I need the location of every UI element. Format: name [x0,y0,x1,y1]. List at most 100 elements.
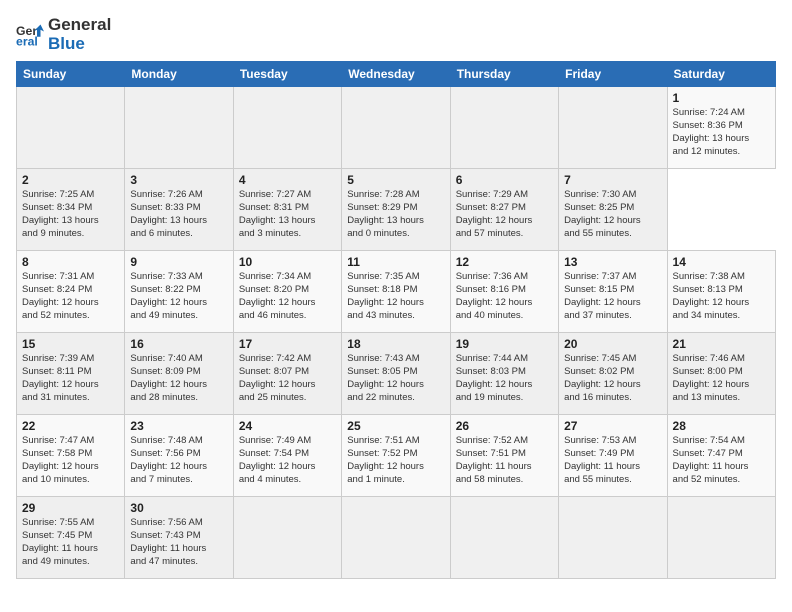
calendar-week-0: 1Sunrise: 7:24 AMSunset: 8:36 PMDaylight… [17,87,776,169]
calendar-week-2: 8 Sunrise: 7:31 AMSunset: 8:24 PMDaylight… [17,251,776,333]
calendar-cell: 30Sunrise: 7:56 AMSunset: 7:43 PMDayligh… [125,497,233,579]
day-number: 7 [564,173,661,187]
day-info: Sunrise: 7:40 AMSunset: 8:09 PMDaylight:… [130,353,227,404]
day-info: Sunrise: 7:48 AMSunset: 7:56 PMDaylight:… [130,435,227,486]
calendar-cell: 2Sunrise: 7:25 AMSunset: 8:34 PMDaylight… [17,169,125,251]
calendar-header-tuesday: Tuesday [233,62,341,87]
calendar-cell: 29 Sunrise: 7:55 AMSunset: 7:45 PMDayligh… [17,497,125,579]
day-info: Sunrise: 7:36 AMSunset: 8:16 PMDaylight:… [456,271,553,322]
calendar-cell [667,497,775,579]
day-number: 11 [347,255,444,269]
calendar-cell: 23 Sunrise: 7:48 AMSunset: 7:56 PMDayligh… [125,415,233,497]
day-number: 2 [22,173,119,187]
logo-general: General [48,15,111,34]
day-number: 25 [347,419,444,433]
day-number: 17 [239,337,336,351]
calendar-cell: 9Sunrise: 7:33 AMSunset: 8:22 PMDaylight… [125,251,233,333]
day-info: Sunrise: 7:38 AMSunset: 8:13 PMDaylight:… [673,271,770,322]
logo: Gen eral General Blue [16,16,111,53]
calendar-cell [559,497,667,579]
calendar-header-monday: Monday [125,62,233,87]
day-number: 29 [22,501,119,515]
day-number: 12 [456,255,553,269]
calendar-cell [233,497,341,579]
calendar-cell: 15 Sunrise: 7:39 AMSunset: 8:11 PMDayligh… [17,333,125,415]
calendar-cell: 12 Sunrise: 7:36 AMSunset: 8:16 PMDayligh… [450,251,558,333]
day-info: Sunrise: 7:47 AMSunset: 7:58 PMDaylight:… [22,435,119,486]
day-info: Sunrise: 7:52 AMSunset: 7:51 PMDaylight:… [456,435,553,486]
calendar-header-friday: Friday [559,62,667,87]
day-info: Sunrise: 7:28 AMSunset: 8:29 PMDaylight:… [347,189,444,240]
day-number: 6 [456,173,553,187]
calendar-header-sunday: Sunday [17,62,125,87]
calendar-header-wednesday: Wednesday [342,62,450,87]
day-info: Sunrise: 7:35 AMSunset: 8:18 PMDaylight:… [347,271,444,322]
day-number: 10 [239,255,336,269]
calendar-cell: 27Sunrise: 7:53 AMSunset: 7:49 PMDayligh… [559,415,667,497]
day-number: 20 [564,337,661,351]
calendar-cell: 16 Sunrise: 7:40 AMSunset: 8:09 PMDayligh… [125,333,233,415]
day-info: Sunrise: 7:37 AMSunset: 8:15 PMDaylight:… [564,271,661,322]
day-info: Sunrise: 7:42 AMSunset: 8:07 PMDaylight:… [239,353,336,404]
page-header: Gen eral General Blue [16,16,776,53]
calendar-cell: 28 Sunrise: 7:54 AMSunset: 7:47 PMDayligh… [667,415,775,497]
day-info: Sunrise: 7:29 AMSunset: 8:27 PMDaylight:… [456,189,553,240]
day-info: Sunrise: 7:54 AMSunset: 7:47 PMDaylight:… [673,435,770,486]
calendar-cell: 7Sunrise: 7:30 AMSunset: 8:25 PMDaylight… [559,169,667,251]
calendar-page: Gen eral General Blue SundayMondayTuesda… [0,0,792,612]
calendar-cell: 11 Sunrise: 7:35 AMSunset: 8:18 PMDayligh… [342,251,450,333]
day-info: Sunrise: 7:39 AMSunset: 8:11 PMDaylight:… [22,353,119,404]
calendar-cell: 3 Sunrise: 7:26 AMSunset: 8:33 PMDaylight… [125,169,233,251]
calendar-week-4: 22Sunrise: 7:47 AMSunset: 7:58 PMDayligh… [17,415,776,497]
day-number: 4 [239,173,336,187]
calendar-cell: 10 Sunrise: 7:34 AMSunset: 8:20 PMDayligh… [233,251,341,333]
calendar-cell: 8 Sunrise: 7:31 AMSunset: 8:24 PMDaylight… [17,251,125,333]
calendar-cell: 25 Sunrise: 7:51 AMSunset: 7:52 PMDayligh… [342,415,450,497]
day-number: 3 [130,173,227,187]
calendar-cell [450,87,558,169]
calendar-header-saturday: Saturday [667,62,775,87]
calendar-cell: 21Sunrise: 7:46 AMSunset: 8:00 PMDayligh… [667,333,775,415]
logo-icon: Gen eral [16,21,44,49]
calendar-body: 1Sunrise: 7:24 AMSunset: 8:36 PMDaylight… [17,87,776,579]
calendar-cell [17,87,125,169]
calendar-cell [559,87,667,169]
day-number: 23 [130,419,227,433]
day-number: 24 [239,419,336,433]
day-info: Sunrise: 7:43 AMSunset: 8:05 PMDaylight:… [347,353,444,404]
calendar-cell: 4Sunrise: 7:27 AMSunset: 8:31 PMDaylight… [233,169,341,251]
calendar-cell: 5Sunrise: 7:28 AMSunset: 8:29 PMDaylight… [342,169,450,251]
svg-text:eral: eral [16,34,38,48]
calendar-cell [233,87,341,169]
calendar-week-3: 15 Sunrise: 7:39 AMSunset: 8:11 PMDayligh… [17,333,776,415]
day-number: 30 [130,501,227,515]
day-number: 28 [673,419,770,433]
calendar-cell [342,497,450,579]
day-info: Sunrise: 7:26 AMSunset: 8:33 PMDaylight:… [130,189,227,240]
day-number: 14 [673,255,770,269]
day-number: 26 [456,419,553,433]
calendar-table: SundayMondayTuesdayWednesdayThursdayFrid… [16,61,776,579]
calendar-cell: 26 Sunrise: 7:52 AMSunset: 7:51 PMDayligh… [450,415,558,497]
calendar-cell: 24Sunrise: 7:49 AMSunset: 7:54 PMDayligh… [233,415,341,497]
day-info: Sunrise: 7:31 AMSunset: 8:24 PMDaylight:… [22,271,119,322]
day-number: 1 [673,91,770,105]
day-number: 27 [564,419,661,433]
calendar-cell: 14 Sunrise: 7:38 AMSunset: 8:13 PMDayligh… [667,251,775,333]
calendar-cell [125,87,233,169]
calendar-cell [450,497,558,579]
day-info: Sunrise: 7:34 AMSunset: 8:20 PMDaylight:… [239,271,336,322]
calendar-cell [342,87,450,169]
day-number: 15 [22,337,119,351]
day-info: Sunrise: 7:55 AMSunset: 7:45 PMDaylight:… [22,517,119,568]
day-info: Sunrise: 7:44 AMSunset: 8:03 PMDaylight:… [456,353,553,404]
calendar-header-row: SundayMondayTuesdayWednesdayThursdayFrid… [17,62,776,87]
day-info: Sunrise: 7:51 AMSunset: 7:52 PMDaylight:… [347,435,444,486]
day-number: 21 [673,337,770,351]
calendar-cell: 20Sunrise: 7:45 AMSunset: 8:02 PMDayligh… [559,333,667,415]
calendar-cell: 19Sunrise: 7:44 AMSunset: 8:03 PMDayligh… [450,333,558,415]
day-number: 8 [22,255,119,269]
day-number: 18 [347,337,444,351]
day-number: 16 [130,337,227,351]
day-number: 13 [564,255,661,269]
